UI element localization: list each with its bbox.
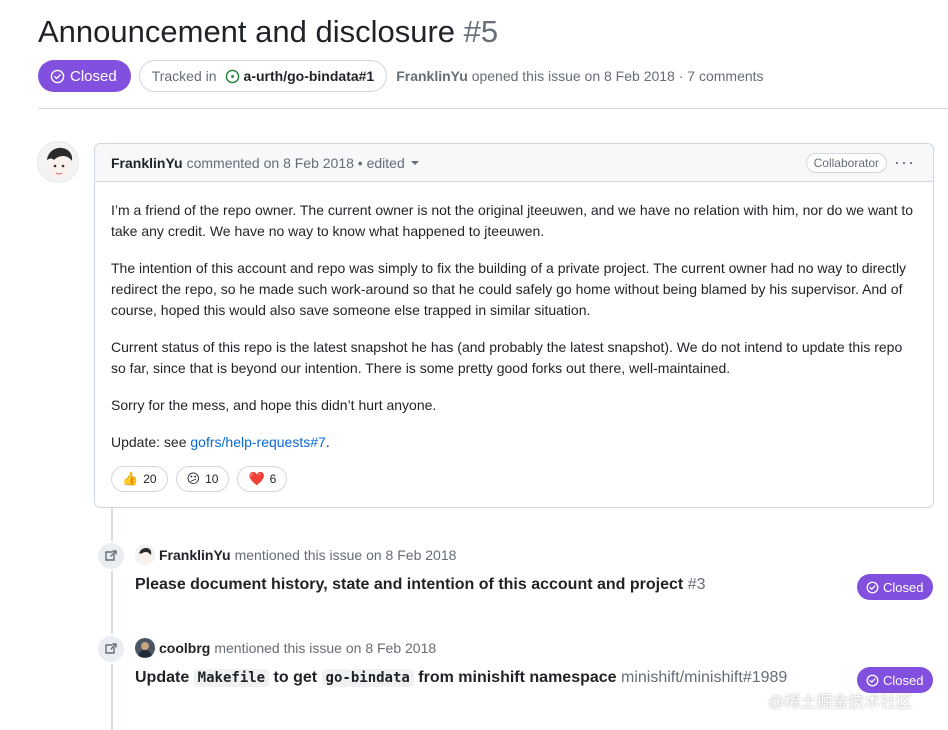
issue-closed-icon (866, 581, 879, 593)
issue-closed-icon (50, 69, 65, 83)
title-part: to get (269, 669, 322, 686)
issue-open-icon (225, 69, 239, 83)
comment-paragraph: I’m a friend of the repo owner. The curr… (111, 202, 914, 239)
comment-paragraph: The intention of this account and repo w… (111, 260, 907, 318)
event-action-text: mentioned this issue on 8 Feb 2018 (234, 547, 457, 563)
referenced-issue-state-label: Closed (883, 579, 924, 595)
confused-face-icon: 😕 (186, 471, 201, 486)
heart-icon: ❤️ (248, 471, 265, 486)
avatar-image-icon (135, 638, 155, 658)
issue-title: Announcement and disclosure #5 (38, 14, 498, 50)
cross-reference-icon (105, 550, 117, 561)
reactions-bar: 👍 20 😕 10 ❤️ 6 (111, 466, 295, 492)
event-author-link[interactable]: coolbrg (159, 640, 210, 656)
referenced-issue-state-badge: Closed (857, 574, 934, 600)
comment-meta: commented on 8 Feb 2018 • edited (186, 154, 405, 171)
update-suffix: . (325, 434, 330, 450)
issue-comment: FranklinYu commented on 8 Feb 2018 • edi… (94, 143, 934, 508)
referenced-pr-title[interactable]: Update Makefile to get go-bindata from m… (135, 669, 787, 687)
reaction-thumbs-up-button[interactable]: 👍 20 (111, 466, 168, 492)
watermark-text: @稀土掘金技术社区 (768, 694, 913, 711)
comment-options-kebab-icon[interactable]: ··· (894, 152, 915, 172)
edited-history-chevron-down-icon[interactable] (410, 160, 419, 165)
issue-opened-meta: FranklinYu opened this issue on 8 Feb 20… (396, 68, 763, 84)
event-action-text: mentioned this issue on 8 Feb 2018 (214, 640, 437, 656)
event-author-avatar[interactable] (135, 638, 155, 658)
comment-paragraph: Sorry for the mess, and hope this didn’t… (111, 397, 437, 413)
referenced-pr-state-label: Closed (883, 672, 924, 688)
issue-number: #5 (463, 14, 499, 49)
issue-author-link[interactable]: FranklinYu (396, 68, 468, 84)
issue-state-badge: Closed (38, 60, 131, 92)
tracked-in-link[interactable]: a-urth/go-bindata#1 (244, 68, 375, 84)
reaction-count: 10 (205, 472, 219, 486)
comment-update-paragraph: Update: see gofrs/help-requests#7. (111, 432, 917, 453)
referenced-issue-title[interactable]: Please document history, state and inten… (135, 576, 705, 594)
reaction-heart-button[interactable]: ❤️ 6 (237, 466, 288, 492)
avatar-image-icon (38, 142, 78, 182)
reaction-confused-button[interactable]: 😕 10 (175, 466, 230, 492)
cross-reference-badge (96, 634, 126, 664)
cross-reference-icon (105, 643, 117, 654)
tracked-in-label: Tracked in (151, 68, 217, 84)
comment-author-avatar[interactable] (37, 141, 79, 183)
referenced-issue-ref[interactable]: #3 (688, 576, 706, 593)
issue-title-text: Announcement and disclosure (38, 14, 456, 49)
tracked-in-pill[interactable]: Tracked in a-urth/go-bindata#1 (138, 60, 388, 92)
cross-reference-badge (96, 541, 126, 571)
referenced-pr-ref[interactable]: minishift/minishift#1989 (621, 669, 787, 686)
comment-body: I’m a friend of the repo owner. The curr… (95, 182, 933, 453)
referenced-pr-title-text[interactable]: Update Makefile to get go-bindata from m… (135, 669, 617, 687)
collaborator-badge: Collaborator (805, 153, 887, 173)
title-code: Makefile (193, 669, 270, 687)
event-author-avatar[interactable] (135, 545, 155, 565)
reaction-count: 6 (269, 472, 277, 486)
referenced-issue-title-text[interactable]: Please document history, state and inten… (135, 576, 683, 593)
issue-closed-icon (866, 674, 879, 686)
reaction-count: 20 (143, 472, 157, 486)
thumbs-up-icon: 👍 (122, 471, 139, 486)
update-prefix: Update: see (111, 434, 191, 450)
avatar-image-icon (135, 545, 155, 565)
title-part: Update (135, 669, 194, 686)
issue-opened-text: opened this issue on 8 Feb 2018 · 7 comm… (471, 68, 764, 84)
issue-state-label: Closed (70, 67, 117, 85)
comment-author-link[interactable]: FranklinYu (111, 155, 183, 171)
event-mention-line: FranklinYu mentioned this issue on 8 Feb… (135, 545, 456, 565)
title-part: from minishift namespace (413, 669, 617, 686)
title-code: go-bindata (321, 669, 414, 687)
event-mention-line: coolbrg mentioned this issue on 8 Feb 20… (135, 638, 436, 658)
update-link[interactable]: gofrs/help-requests#7 (190, 434, 325, 450)
comment-paragraph: Current status of this repo is the lates… (111, 339, 903, 376)
issue-meta-row: Closed Tracked in a-urth/go-bindata#1 Fr… (38, 60, 764, 92)
event-author-link[interactable]: FranklinYu (159, 547, 231, 563)
header-divider (38, 108, 948, 109)
